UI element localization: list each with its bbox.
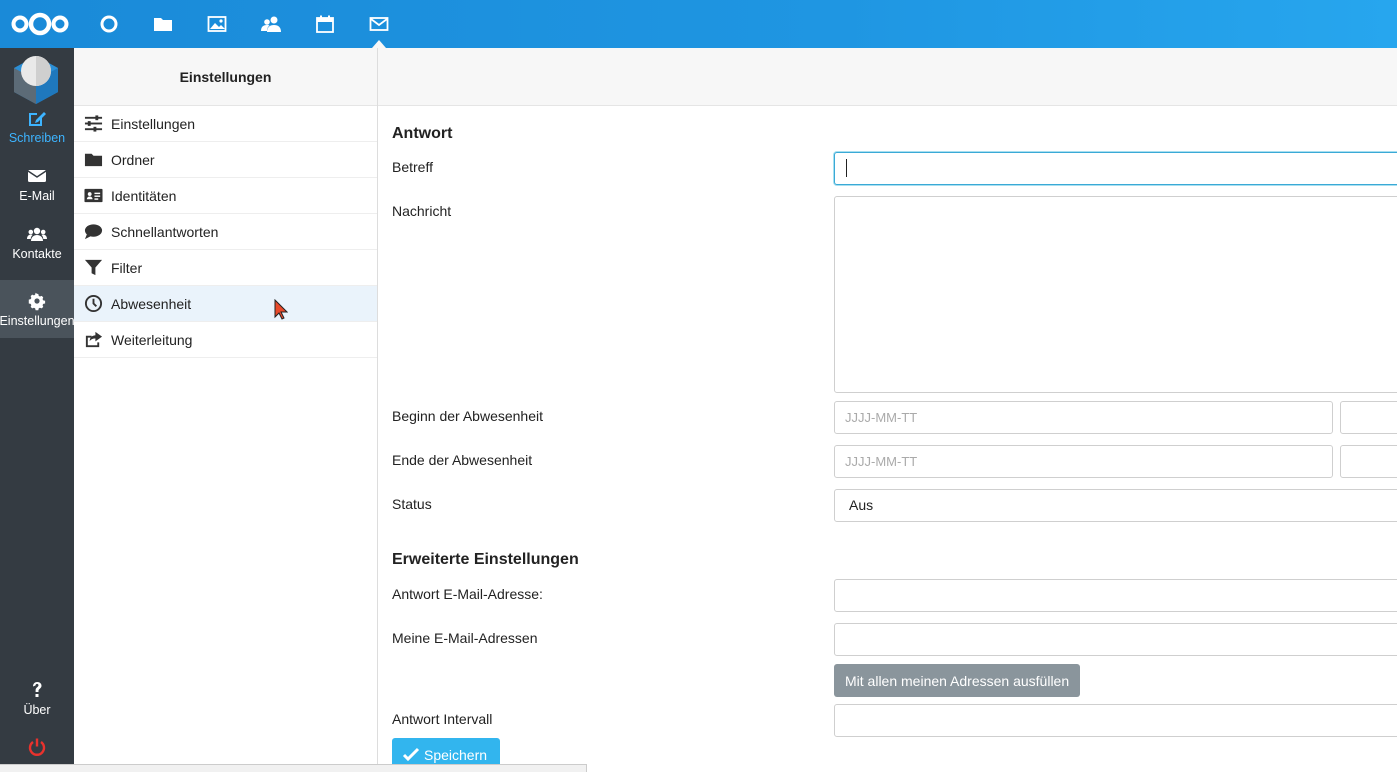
rail-about-label: Über bbox=[23, 702, 51, 717]
sidebar-item-label: Weiterleitung bbox=[111, 331, 193, 348]
interval-label: Antwort Intervall bbox=[392, 711, 493, 727]
power-icon bbox=[28, 738, 46, 756]
users-icon bbox=[27, 227, 47, 241]
start-date-label: Beginn der Abwesenheit bbox=[392, 408, 543, 424]
top-navigation-bar bbox=[0, 0, 1397, 48]
fill-addresses-button[interactable]: Mit allen meinen Adressen ausfüllen bbox=[834, 664, 1081, 697]
rail-compose[interactable]: Schreiben bbox=[0, 98, 74, 154]
folder-icon bbox=[84, 153, 103, 167]
active-app-indicator bbox=[372, 40, 386, 48]
sidebar-item-label: Ordner bbox=[111, 151, 155, 168]
content-header bbox=[378, 48, 1397, 106]
interval-input[interactable] bbox=[834, 704, 1397, 737]
files-icon[interactable] bbox=[151, 12, 175, 36]
compose-icon bbox=[29, 111, 46, 126]
start-date-input[interactable] bbox=[834, 401, 1333, 434]
end-date-label: Ende der Abwesenheit bbox=[392, 452, 533, 468]
filter-icon bbox=[84, 259, 103, 276]
mouse-cursor-icon bbox=[274, 299, 288, 320]
sidebar-item-label: Filter bbox=[111, 259, 143, 276]
calendar-icon[interactable] bbox=[313, 12, 337, 36]
question-icon bbox=[33, 681, 42, 697]
end-date-input[interactable] bbox=[834, 445, 1333, 478]
settings-sidebar: Einstellungen Einstellungen Ordner Ident… bbox=[74, 48, 378, 772]
start-time-input[interactable] bbox=[1340, 401, 1397, 434]
sliders-icon bbox=[84, 115, 103, 132]
sidebar-item-schnellantworten[interactable]: Schnellantworten bbox=[74, 214, 377, 250]
sidebar-item-einstellungen[interactable]: Einstellungen bbox=[74, 106, 377, 142]
text-caret bbox=[846, 159, 847, 177]
my-addresses-input[interactable] bbox=[834, 623, 1397, 656]
sidebar-item-label: Identitäten bbox=[111, 187, 177, 204]
rail-logout[interactable] bbox=[0, 728, 74, 768]
nextcloud-logo[interactable] bbox=[10, 12, 70, 36]
my-addresses-label: Meine E-Mail-Adressen bbox=[392, 630, 538, 646]
envelope-icon bbox=[27, 169, 47, 182]
sidebar-item-abwesenheit[interactable]: Abwesenheit bbox=[74, 286, 377, 322]
subject-input[interactable] bbox=[834, 152, 1397, 185]
rail-mail-label: E-Mail bbox=[19, 188, 55, 203]
sidebar-item-weiterleitung[interactable]: Weiterleitung bbox=[74, 322, 377, 358]
dashboard-icon[interactable] bbox=[97, 12, 121, 36]
rail-compose-label: Schreiben bbox=[8, 130, 66, 145]
comment-icon bbox=[84, 224, 103, 240]
contacts-icon[interactable] bbox=[259, 12, 283, 36]
rail-mail[interactable]: E-Mail bbox=[0, 156, 74, 212]
sidebar-title: Einstellungen bbox=[74, 48, 377, 106]
sidebar-item-ordner[interactable]: Ordner bbox=[74, 142, 377, 178]
section-title-advanced: Erweiterte Einstellungen bbox=[392, 551, 579, 568]
end-time-input[interactable] bbox=[1340, 445, 1397, 478]
message-label: Nachricht bbox=[392, 203, 452, 219]
sidebar-item-label: Abwesenheit bbox=[111, 295, 192, 312]
rail-about[interactable]: Über bbox=[0, 672, 74, 724]
rail-settings[interactable]: Einstellungen bbox=[0, 280, 75, 338]
vacation-form: Antwort Betreff Nachricht Beginn der Abw… bbox=[378, 106, 1397, 772]
section-title-reply: Antwort bbox=[392, 125, 453, 142]
rail-settings-label: Einstellungen bbox=[0, 313, 75, 328]
id-card-icon bbox=[84, 188, 103, 203]
browser-status-bar bbox=[0, 764, 587, 772]
subject-label: Betreff bbox=[392, 159, 433, 175]
sidebar-item-identitaeten[interactable]: Identitäten bbox=[74, 178, 377, 214]
rail-contacts[interactable]: Kontakte bbox=[0, 214, 74, 270]
share-icon bbox=[85, 331, 103, 348]
sidebar-item-label: Schnellantworten bbox=[111, 223, 219, 240]
photos-icon[interactable] bbox=[205, 12, 229, 36]
rail-contacts-label: Kontakte bbox=[12, 246, 62, 261]
clock-icon bbox=[84, 294, 103, 313]
checkmark-icon bbox=[402, 747, 420, 762]
reply-address-label: Antwort E-Mail-Adresse: bbox=[392, 586, 543, 602]
status-label: Status bbox=[392, 496, 432, 512]
mail-icon[interactable] bbox=[367, 12, 391, 36]
reply-address-input[interactable] bbox=[834, 579, 1397, 612]
status-select[interactable]: Aus bbox=[834, 489, 1397, 522]
app-rail: Schreiben E-Mail Kontakte Einstellungen … bbox=[0, 48, 75, 772]
message-textarea[interactable] bbox=[834, 196, 1397, 393]
sidebar-item-label: Einstellungen bbox=[111, 115, 196, 132]
sidebar-item-filter[interactable]: Filter bbox=[74, 250, 377, 286]
gear-icon bbox=[28, 292, 46, 310]
save-button-label: Speichern bbox=[424, 747, 488, 763]
